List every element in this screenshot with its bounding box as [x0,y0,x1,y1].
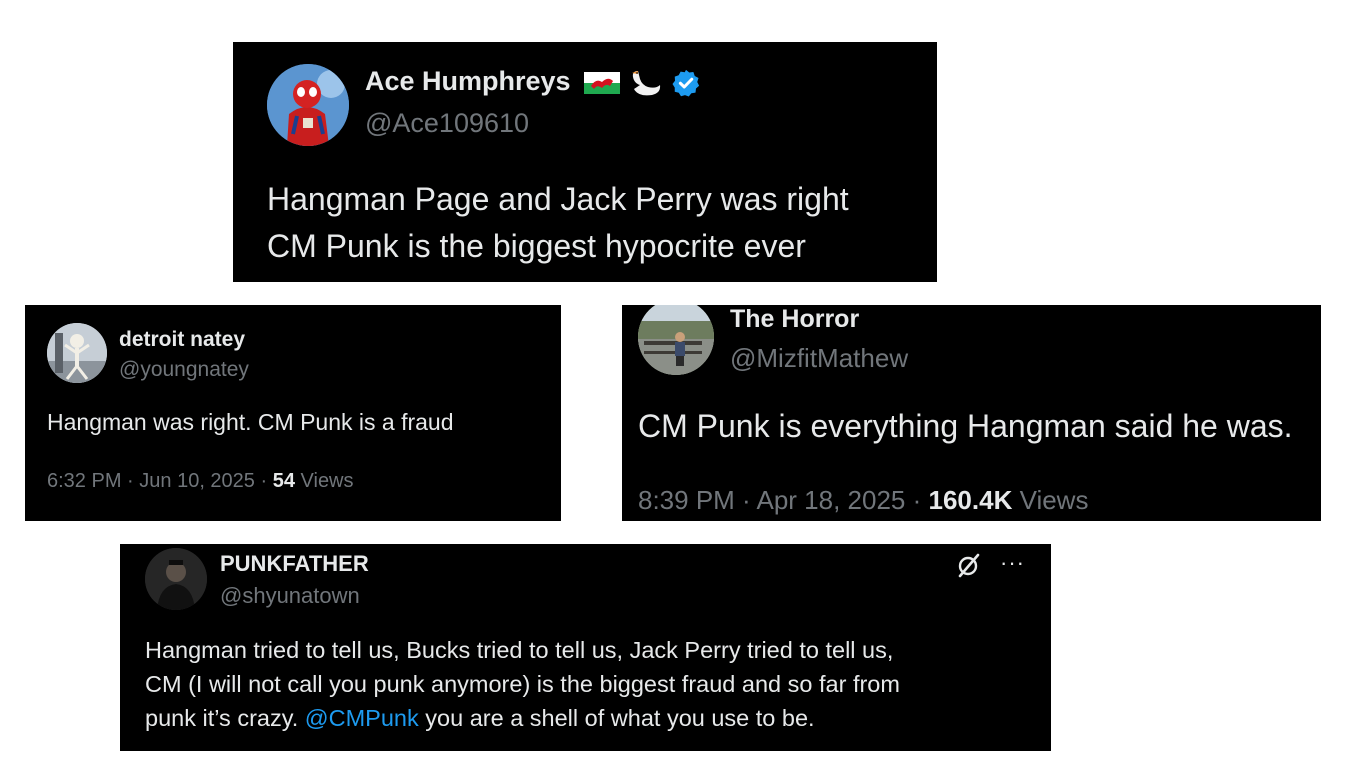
tweet-meta: 6:32 PM · Jun 10, 2025 · 54 Views [47,470,354,493]
bench-photo-avatar-icon [638,305,714,375]
tweet-time[interactable]: 8:39 PM [638,485,735,515]
wales-flag-icon [584,71,621,94]
tweet-text-line: Hangman Page and Jack Perry was right [267,181,849,217]
tweet-card-ace[interactable]: Ace Humphreys @Ace109610 Hangman Page an… [233,42,937,282]
tweet-text: Hangman Page and Jack Perry was right CM… [267,176,917,270]
display-name[interactable]: The Horror [730,305,859,334]
view-count: 160.4K [928,485,1013,515]
views-label: Views [300,470,354,492]
view-count: 54 [272,470,295,492]
tweet-text-line: CM (I will not call you punk anymore) is… [145,671,900,697]
tweet-date[interactable]: Apr 18, 2025 [757,485,906,515]
more-options-button[interactable]: ··· [1000,550,1025,576]
meta-separator: · [254,470,273,492]
mention-link[interactable]: @CMPunk [305,705,419,731]
tweet-text-line: punk it’s crazy. @CMPunk you are a shell… [145,701,1035,735]
tweet-time[interactable]: 6:32 PM [47,470,121,492]
display-name[interactable]: detroit natey [119,328,245,352]
tweet-date[interactable]: Jun 10, 2025 [139,470,255,492]
swan-icon [631,70,660,96]
dark-portrait-avatar-icon [145,548,207,610]
tweet-text-segment: punk it’s crazy. [145,705,305,731]
user-handle[interactable]: @Ace109610 [365,108,529,139]
grok-icon[interactable] [956,552,982,578]
tweet-text: Hangman tried to tell us, Bucks tried to… [145,633,1035,735]
user-handle[interactable]: @youngnatey [119,358,249,382]
avatar[interactable] [145,548,207,610]
avatar[interactable] [267,64,349,146]
tweet-text: CM Punk is everything Hangman said he wa… [638,408,1293,444]
tweet-text-line: CM Punk is the biggest hypocrite ever [267,228,806,264]
meta-separator: · [734,485,757,515]
skeleton-avatar-icon [47,323,107,383]
tweet-card-detroit-natey[interactable]: detroit natey @youngnatey Hangman was ri… [25,305,561,521]
tweet-text-segment: you are a shell of what you use to be. [418,705,815,731]
meta-separator: · [905,485,929,515]
verified-badge-icon [672,69,700,97]
meta-separator: · [121,470,140,492]
display-name[interactable]: PUNKFATHER [220,551,369,577]
tweet-meta: 8:39 PM · Apr 18, 2025 · 160.4K Views [638,485,1088,516]
views-label: Views [1019,485,1089,515]
spiderman-avatar-icon [267,64,349,146]
tweet-text-line: Hangman tried to tell us, Bucks tried to… [145,637,894,663]
user-handle[interactable]: @shyunatown [220,583,360,609]
tweet-text: Hangman was right. CM Punk is a fraud [47,409,454,435]
tweet-card-punkfather[interactable]: PUNKFATHER @shyunatown ··· Hangman tried… [120,544,1051,751]
user-handle[interactable]: @MizfitMathew [730,343,908,374]
display-name[interactable]: Ace Humphreys [365,66,701,99]
avatar[interactable] [638,305,714,375]
avatar[interactable] [47,323,107,383]
tweet-card-the-horror[interactable]: The Horror @MizfitMathew CM Punk is ever… [622,305,1321,521]
